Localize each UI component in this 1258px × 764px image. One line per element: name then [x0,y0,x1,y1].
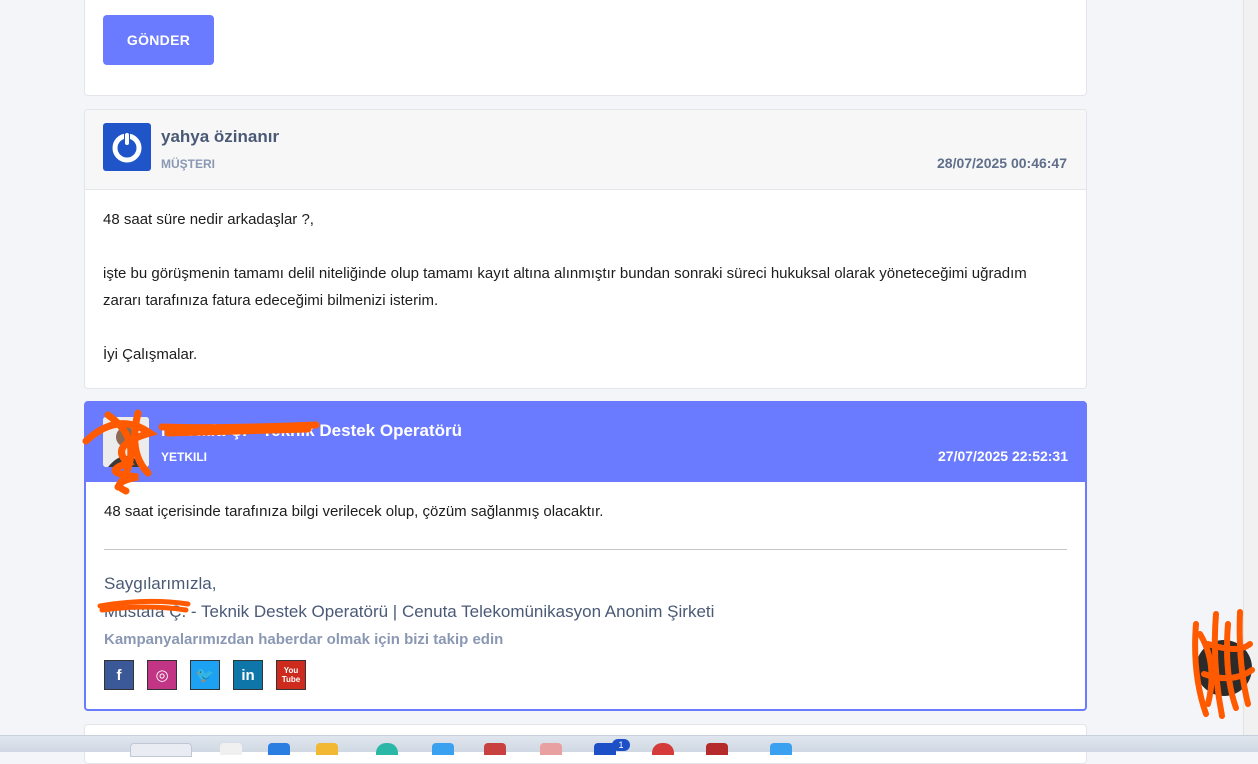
signature-line: Mustafa Ç. - Teknik Destek Operatörü | C… [104,602,715,621]
linkedin-icon[interactable]: in [233,660,263,690]
notification-badge: 1 [612,739,630,751]
ticket-message-staff: Mustafa Ç. - Teknik Destek Operatörü YET… [84,401,1087,711]
message-body: 48 saat süre nedir arkadaşlar ?, işte bu… [103,206,1056,395]
author-role: YETKILI [161,450,208,464]
taskbar-app-icon[interactable] [130,743,192,757]
message-header: Mustafa Ç. - Teknik Destek Operatörü YET… [85,402,1086,482]
facebook-icon[interactable]: f [104,660,134,690]
author-role: MÜŞTERI [161,157,215,171]
message-header: yahya özinanır MÜŞTERI 28/07/2025 00:46:… [85,110,1086,190]
user-photo-icon [103,417,149,467]
twitter-icon[interactable]: 🐦 [190,660,220,690]
send-button[interactable]: GÖNDER [103,15,214,65]
taskbar-app-icon[interactable] [706,743,728,755]
message-paragraph: İyi Çalışmalar. [103,346,198,363]
taskbar-app-icon[interactable] [540,743,562,755]
author-name: Mustafa Ç. - Teknik Destek Operatörü [161,421,463,440]
reply-form-card: GÖNDER [84,0,1087,96]
scrollbar-track[interactable] [1243,0,1258,735]
os-taskbar: 1 [0,735,1258,757]
message-date: 28/07/2025 00:46:47 [937,155,1067,171]
instagram-icon[interactable]: ◎ [147,660,177,690]
taskbar-app-icon[interactable] [484,743,506,755]
taskbar-app-icon[interactable] [316,743,338,755]
taskbar-app-icon[interactable] [432,743,454,755]
taskbar-app-icon[interactable] [220,743,242,755]
avatar [103,123,151,171]
signature-greeting: Saygılarımızla, [104,574,217,593]
message-body: 48 saat içerisinde tarafınıza bilgi veri… [104,503,604,520]
author-name: yahya özinanır [161,127,280,146]
message-paragraph: işte bu görüşmenin tamamı delil niteliği… [103,265,1027,309]
power-icon [112,132,142,163]
taskbar-app-icon[interactable] [268,743,290,755]
avatar [103,417,149,467]
message-date: 27/07/2025 22:52:31 [938,448,1068,464]
ticket-message-customer: yahya özinanır MÜŞTERI 28/07/2025 00:46:… [84,109,1087,389]
signature-follow-text: Kampanyalarımızdan haberdar olmak için b… [104,631,504,648]
taskbar-app-icon[interactable] [770,743,792,755]
youtube-icon[interactable]: You Tube [276,660,306,690]
signature-divider [104,549,1067,550]
social-links: f ◎ 🐦 in You Tube [104,660,306,690]
message-paragraph: 48 saat süre nedir arkadaşlar ?, [103,211,314,228]
taskbar-app-icon[interactable] [376,743,398,755]
taskbar-app-icon[interactable] [652,743,674,755]
chat-widget-avatar[interactable] [1196,640,1252,696]
